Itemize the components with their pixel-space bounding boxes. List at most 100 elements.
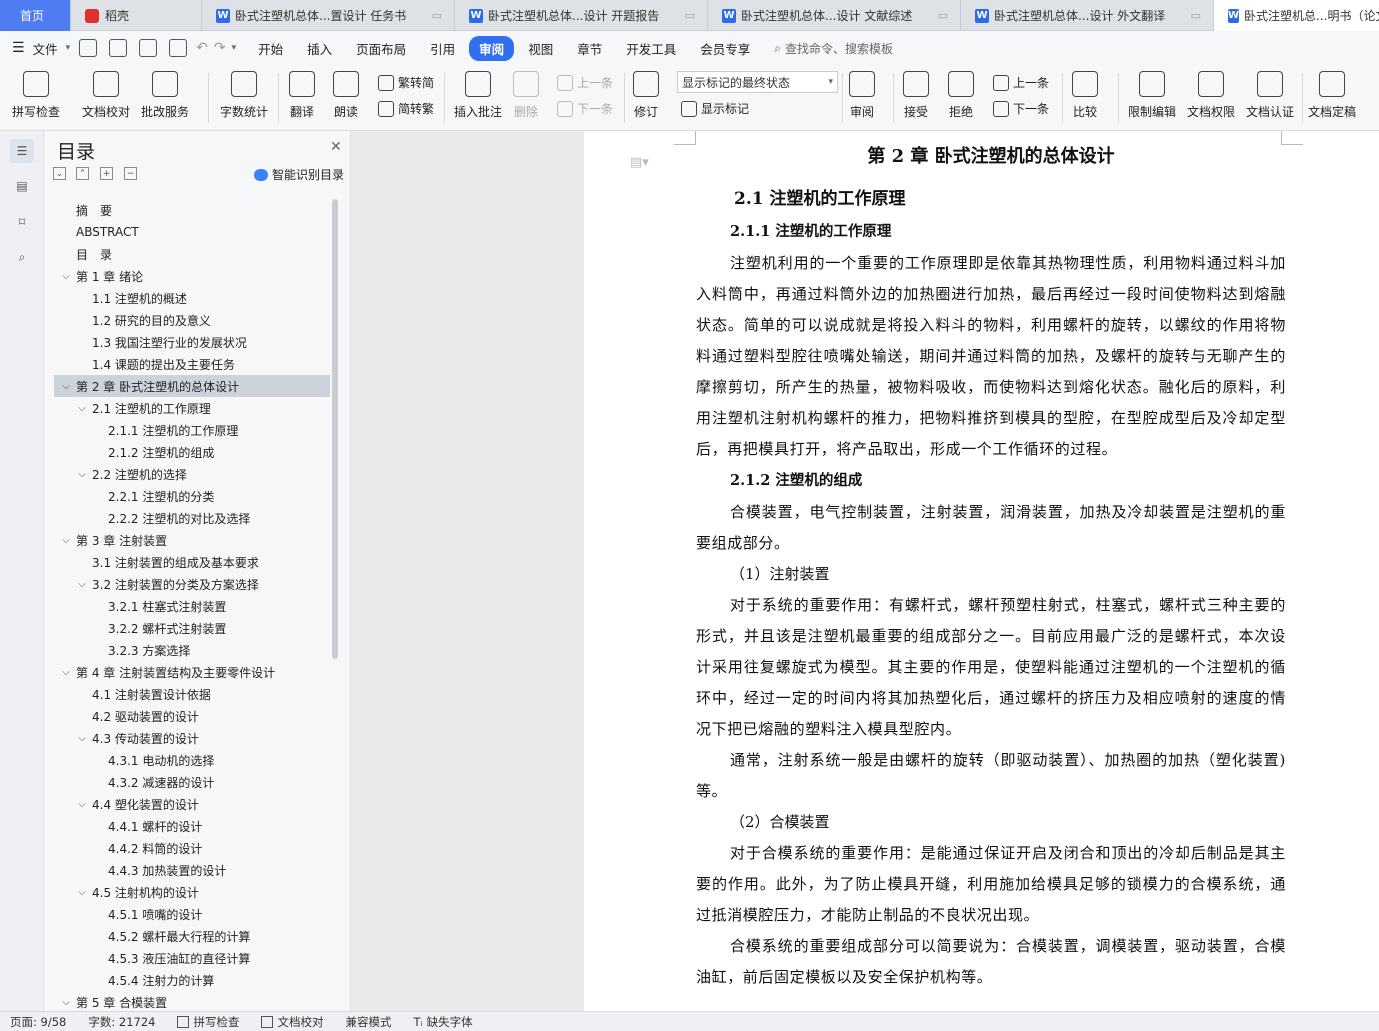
review-pane-button[interactable]: 审阅 [849,71,875,120]
toc-item[interactable]: 4.4.3 加热装置的设计 [54,859,330,881]
toc-item[interactable]: ⌵ 3.2 注射装置的分类及方案选择 [54,573,330,595]
doc-proof-button[interactable]: 文档校对 [82,71,130,120]
toc-item[interactable]: 摘 要 [54,199,330,221]
toc-item[interactable]: 4.5.2 螺杆最大行程的计算 [54,925,330,947]
toc-item[interactable]: 3.2.2 螺杆式注射装置 [54,617,330,639]
redo-icon[interactable]: ↷ [214,40,226,56]
toc-item[interactable]: 4.3.1 电动机的选择 [54,749,330,771]
print-icon[interactable] [139,39,158,57]
menu-page-layout[interactable]: 页面布局 [346,36,416,61]
toc-item[interactable]: 2.2.2 注塑机的对比及选择 [54,507,330,529]
close-icon[interactable]: ▭ [938,9,948,22]
word-count-indicator[interactable]: 字数: 21724 [88,1014,155,1030]
toc-item[interactable]: 3.2.1 柱塞式注射装置 [54,595,330,617]
save-icon[interactable] [79,39,98,57]
chevron-down-icon[interactable]: ⌵ [76,579,88,590]
chevron-down-icon[interactable]: ⌵ [76,887,88,898]
show-markup-button[interactable]: 显示标记 [681,100,749,117]
spellcheck-status[interactable]: 拼写检查 [177,1014,239,1030]
toc-item[interactable]: 3.1 注射装置的组成及基本要求 [54,551,330,573]
toc-icon[interactable]: ☰ [10,139,34,163]
delete-comment-button[interactable]: 删除 [513,71,539,120]
chevron-down-icon[interactable]: ⌵ [60,381,72,392]
close-icon[interactable]: ▭ [685,9,695,22]
toc-item[interactable]: ⌵ 4.3 传动装置的设计 [54,727,330,749]
reject-button[interactable]: 拒绝 [948,71,974,120]
toc-item[interactable]: 4.4.2 料筒的设计 [54,837,330,859]
toc-item[interactable]: ⌵ 4.4 塑化装置的设计 [54,793,330,815]
chevron-down-icon[interactable]: ⌵ [60,667,72,678]
toc-item[interactable]: ⌵ 第 5 章 合模装置 [54,991,330,1011]
chevron-down-icon[interactable]: ⌵ [60,535,72,546]
toc-item[interactable]: 1.3 我国注塑行业的发展状况 [54,331,330,353]
simp-to-trad-button[interactable]: 简转繁 [378,100,434,117]
chevron-down-icon[interactable]: ⌵ [76,469,88,480]
close-icon[interactable]: ▭ [1191,9,1201,22]
toc-item[interactable]: 4.5.4 注射力的计算 [54,969,330,991]
accept-button[interactable]: 接受 [903,71,929,120]
toc-item[interactable]: 4.3.2 减速器的设计 [54,771,330,793]
toc-item[interactable]: 4.2 驱动装置的设计 [54,705,330,727]
toc-item[interactable]: 2.2.1 注塑机的分类 [54,485,330,507]
menu-view[interactable]: 视图 [518,36,563,61]
toc-item[interactable]: ⌵ 第 2 章 卧式注塑机的总体设计 [54,375,330,397]
menu-developer[interactable]: 开发工具 [616,36,686,61]
undo-icon[interactable]: ↶ [196,40,208,56]
prev-comment-button[interactable]: 上一条 [557,74,613,91]
toc-item[interactable]: ⌵ 4.5 注射机构的设计 [54,881,330,903]
toc-item[interactable]: 目 录 [54,243,330,265]
add-heading-icon[interactable]: + [100,167,113,180]
doc-cert-button[interactable]: 文档认证 [1246,71,1294,120]
close-icon[interactable]: ▭ [432,9,442,22]
word-count-button[interactable]: 字数统计 [220,71,268,120]
trad-to-simp-button[interactable]: 繁转简 [378,74,434,91]
restrict-edit-button[interactable]: 限制编辑 [1128,71,1176,120]
tab-docer[interactable]: 稻壳 [71,0,202,31]
tab-doc-translation[interactable]: W 卧式注塑机总体...设计 外文翻译 ▭ [961,0,1214,31]
bookmark-icon[interactable]: ⌑ [10,210,34,234]
toc-item[interactable]: ⌵ 2.1 注塑机的工作原理 [54,397,330,419]
read-aloud-button[interactable]: 朗读 [333,71,359,120]
track-changes-button[interactable]: 修订 [633,71,659,120]
batch-service-button[interactable]: 批改服务 [141,71,189,120]
toc-item[interactable]: 1.1 注塑机的概述 [54,287,330,309]
menu-references[interactable]: 引用 [420,36,465,61]
toc-item[interactable]: ⌵ 第 3 章 注射装置 [54,529,330,551]
menu-file[interactable]: 文件 [31,36,68,61]
tab-home[interactable]: 首页 [0,0,71,31]
chevron-down-icon[interactable]: ▾ [232,43,237,53]
toc-item[interactable]: ⌵ 第 4 章 注射装置结构及主要零件设计 [54,661,330,683]
chevron-down-icon[interactable]: ⌵ [60,997,72,1008]
toc-item[interactable]: 2.1.1 注塑机的工作原理 [54,419,330,441]
search-icon[interactable]: ⌕ [10,245,34,269]
hamburger-icon[interactable]: ☰ [12,40,25,56]
toc-scrollbar[interactable] [332,199,338,659]
close-icon[interactable]: ✕ [330,139,342,155]
markup-state-select[interactable]: 显示标记的最终状态 ▾ [677,71,838,93]
tab-doc-review[interactable]: W 卧式注塑机总体...设计 文献综述 ▭ [708,0,961,31]
missing-font-status[interactable]: Tᵢ 缺失字体 [413,1014,472,1030]
compare-button[interactable]: 比较 [1072,71,1098,120]
chevron-down-icon[interactable]: ⌵ [60,271,72,282]
tab-doc-thesis[interactable]: W 卧式注塑机总...明书（论文 [1214,0,1379,31]
tab-doc-proposal[interactable]: W 卧式注塑机总体...设计 开题报告 ▭ [455,0,708,31]
tab-doc-task[interactable]: W 卧式注塑机总体...置设计 任务书 ▭ [202,0,455,31]
menu-insert[interactable]: 插入 [297,36,342,61]
toc-item[interactable]: ⌵ 第 1 章 绪论 [54,265,330,287]
outline-icon[interactable]: ▤ [10,174,34,198]
spellcheck-button[interactable]: 拼写检查 [12,71,60,120]
command-search[interactable]: ⌕ 查找命令、搜索模板 [774,40,893,57]
toc-item[interactable]: 1.4 课题的提出及主要任务 [54,353,330,375]
chevron-down-icon[interactable]: ⌵ [76,403,88,414]
proof-status[interactable]: 文档校对 [261,1014,323,1030]
toc-item[interactable]: 4.5.3 液压油缸的直径计算 [54,947,330,969]
chevron-down-icon[interactable]: ▾ [66,43,71,53]
next-change-button[interactable]: 下一条 [993,100,1049,117]
doc-finalize-button[interactable]: 文档定稿 [1308,71,1356,120]
doc-permission-button[interactable]: 文档权限 [1187,71,1235,120]
toc-item[interactable]: 2.1.2 注塑机的组成 [54,441,330,463]
paragraph-options-icon[interactable]: ▤▾ [630,155,649,170]
toc-item[interactable]: ⌵ 2.2 注塑机的选择 [54,463,330,485]
remove-heading-icon[interactable]: − [124,167,137,180]
expand-level-icon[interactable]: ⌃ [76,167,89,180]
